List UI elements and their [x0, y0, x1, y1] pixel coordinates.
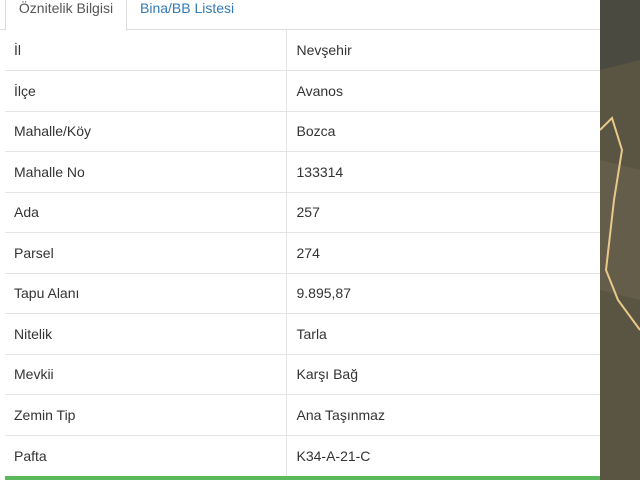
tab-building-list-label: Bina/BB Listesi	[140, 0, 235, 16]
attribute-key: İl	[5, 30, 287, 71]
attribute-value: Nevşehir	[296, 42, 352, 58]
attribute-value: Avanos	[286, 70, 600, 111]
table-row: İl Nevşehir	[5, 30, 600, 71]
table-row: Nitelik Tarla	[5, 313, 600, 354]
attribute-panel: Öznitelik Bilgisi Bina/BB Listesi İl Nev…	[0, 0, 600, 480]
attribute-key: Pafta	[5, 434, 287, 476]
table-row: Zemin Tip Ana Taşınmaz	[5, 394, 600, 435]
attribute-key: İlçe	[5, 70, 287, 111]
attribute-value: Ana Taşınmaz	[286, 394, 600, 435]
table-row: Parsel 274	[5, 232, 600, 273]
attribute-value: 9.895,87	[286, 272, 600, 314]
attribute-value: Karşı Bağ	[286, 353, 600, 395]
action-bar[interactable]	[5, 476, 600, 480]
attribute-key: Parsel	[5, 232, 287, 273]
attribute-key: Tapu Alanı	[5, 272, 287, 314]
attribute-value: 257	[286, 191, 600, 233]
attribute-value: 274	[286, 232, 600, 273]
attribute-key: Mahalle No	[5, 151, 287, 192]
attribute-key: Zemin Tip	[5, 394, 287, 435]
attribute-key: Mahalle/Köy	[5, 110, 287, 152]
attribute-value: Bozca	[286, 110, 600, 152]
table-row: Mevkii Karşı Bağ	[5, 353, 600, 395]
tab-bar: Öznitelik Bilgisi Bina/BB Listesi	[0, 0, 600, 31]
attribute-value: Tarla	[286, 313, 600, 354]
attribute-value: K34-A-21-C	[286, 434, 600, 476]
attribute-key: Mevkii	[5, 353, 287, 395]
table-row: Pafta K34-A-21-C	[5, 434, 600, 476]
attribute-table: İl Nevşehir İlçe Avanos Mahalle/Köy Bozc…	[5, 30, 600, 476]
attribute-key: Ada	[5, 191, 287, 233]
tab-attribute-info[interactable]: Öznitelik Bilgisi	[5, 0, 127, 31]
attribute-value: 133314	[286, 151, 600, 192]
tab-attribute-info-label: Öznitelik Bilgisi	[18, 0, 114, 16]
table-row: Tapu Alanı 9.895,87	[5, 272, 600, 314]
table-row: Mahalle/Köy Bozca	[5, 110, 600, 152]
table-row: Ada 257	[5, 191, 600, 233]
attribute-key: Nitelik	[5, 313, 287, 354]
tab-building-list[interactable]: Bina/BB Listesi	[140, 0, 234, 30]
table-row: Mahalle No 133314	[5, 151, 600, 192]
table-row: İlçe Avanos	[5, 70, 600, 111]
